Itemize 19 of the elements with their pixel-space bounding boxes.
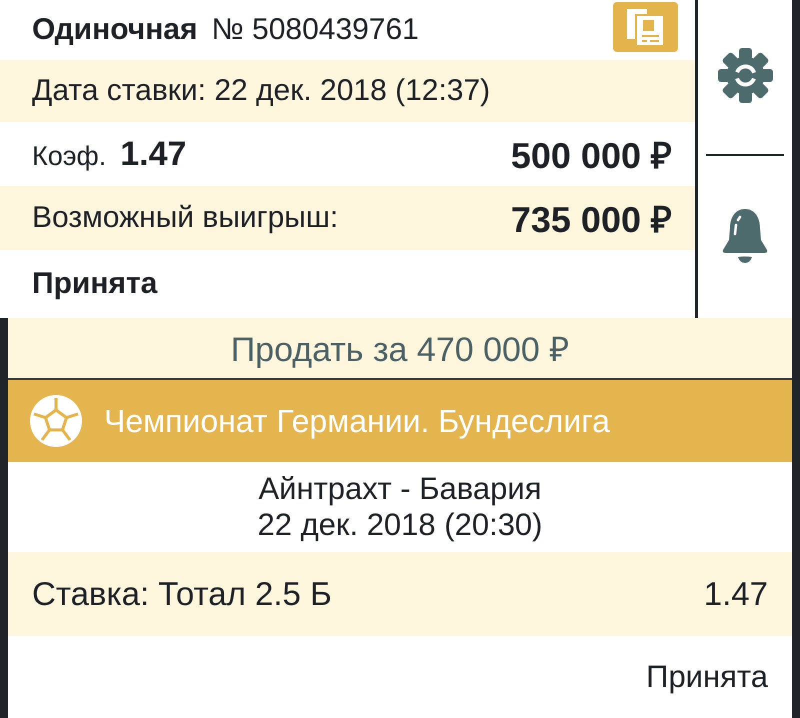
bet-number: № 5080439761 <box>212 13 419 47</box>
bet-status: Принята <box>32 267 158 301</box>
bet-date: Дата ставки: 22 дек. 2018 (12:37) <box>32 74 490 108</box>
settings-icon[interactable] <box>716 47 774 104</box>
win-amount: 735 000 ₽ <box>510 198 672 242</box>
odds-label: Коэф. <box>32 140 106 172</box>
bell-icon[interactable] <box>722 206 768 263</box>
match-title: Айнтрахт - Бавария <box>258 471 542 507</box>
stake-amount: 500 000 ₽ <box>510 134 672 178</box>
bet-selection: Ставка: Тотал 2.5 Б <box>32 575 332 613</box>
win-label: Возможный выигрыш: <box>32 201 338 235</box>
soccer-ball-icon <box>30 395 82 447</box>
sell-button[interactable]: Продать за 470 000 ₽ <box>8 318 792 380</box>
league-name: Чемпионат Германии. Бундеслига <box>104 402 610 440</box>
odds-value: 1.47 <box>120 134 186 174</box>
match-datetime: 22 дек. 2018 (20:30) <box>257 507 542 543</box>
selection-status: Принята <box>646 659 768 695</box>
selection-odds: 1.47 <box>704 575 768 613</box>
bet-type: Одиночная <box>32 13 198 47</box>
